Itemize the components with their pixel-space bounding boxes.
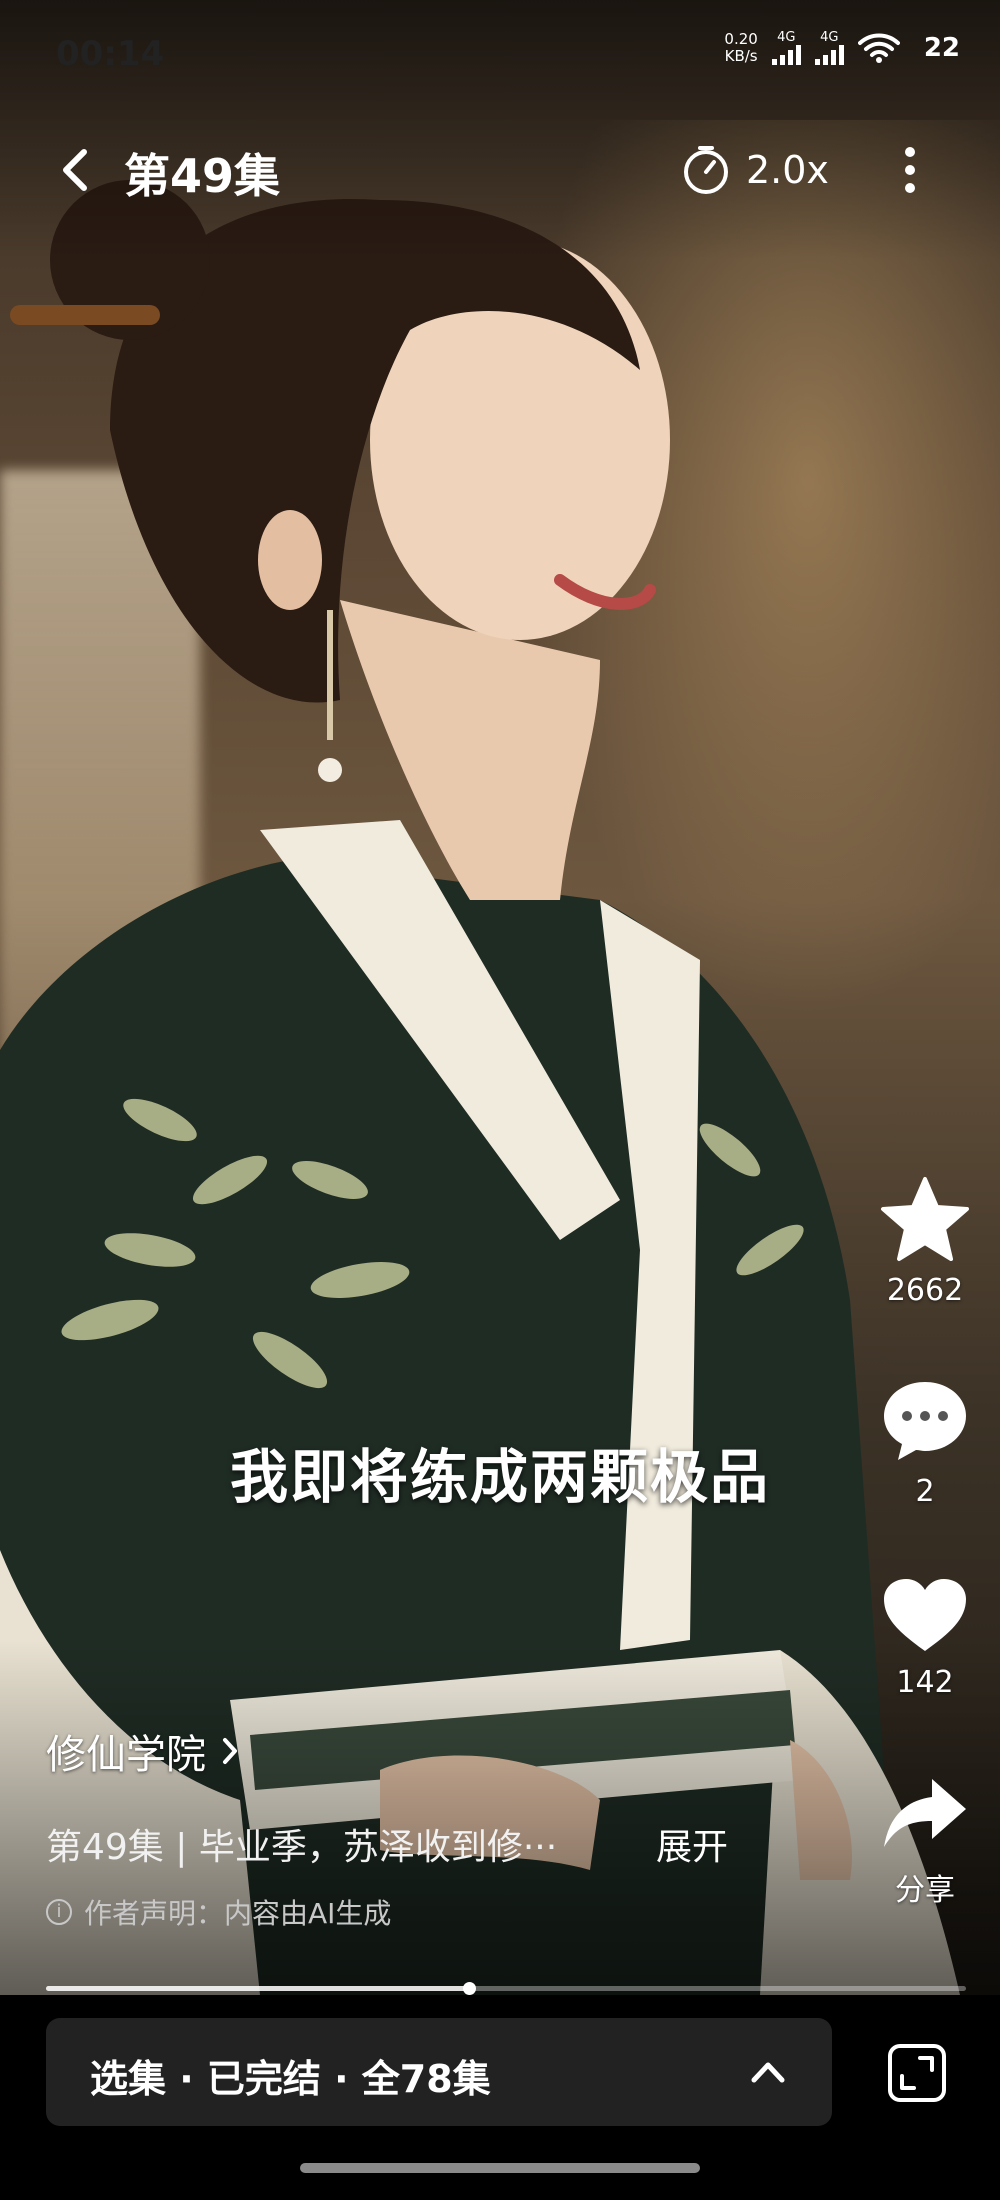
playback-speed-button[interactable]: 2.0x xyxy=(680,140,829,200)
chevron-right-icon xyxy=(223,1738,237,1764)
star-icon xyxy=(881,1177,969,1261)
back-chevron-icon[interactable] xyxy=(50,142,106,198)
favorite-count: 2662 xyxy=(886,1273,964,1308)
net-speed-value: 0.20 xyxy=(724,29,758,48)
progress-fill xyxy=(46,1986,470,1991)
episode-description: 第49集 | 毕业季，苏泽收到修··· 展开 xyxy=(46,1818,728,1870)
episode-selector-label: 选集 · 已完结 · 全78集 xyxy=(90,2057,491,2101)
chevron-up-icon[interactable] xyxy=(748,2052,788,2092)
sim1-signal-icon: 4G xyxy=(771,30,801,65)
share-arrow-icon xyxy=(884,1779,966,1847)
home-indicator[interactable] xyxy=(300,2163,700,2173)
status-indicators: 0.20 KB/s 4G 4G 22 xyxy=(724,30,960,65)
top-bar: 第49集 2.0x xyxy=(0,130,1000,210)
comment-icon xyxy=(884,1382,966,1460)
like-count: 142 xyxy=(896,1665,954,1700)
fullscreen-icon[interactable] xyxy=(884,2040,950,2106)
ai-disclaimer-text: 作者声明：内容由AI生成 xyxy=(84,1897,392,1930)
sim1-label: 4G xyxy=(777,30,796,45)
expand-button[interactable]: 展开 xyxy=(656,1818,728,1870)
share-button[interactable]: 分享 xyxy=(870,1775,980,1909)
share-label: 分享 xyxy=(895,1873,955,1908)
like-button[interactable]: 142 xyxy=(870,1575,980,1700)
network-speed: 0.20 KB/s xyxy=(724,29,758,65)
comment-button[interactable]: 2 xyxy=(870,1378,980,1509)
battery-level: 22 xyxy=(923,32,960,63)
ai-disclaimer: i 作者声明：内容由AI生成 xyxy=(46,1892,391,1932)
status-bar: 00:14 0.20 KB/s 4G 4G 22 xyxy=(0,0,1000,110)
more-vertical-icon[interactable] xyxy=(890,140,930,200)
series-name: 修仙学院 xyxy=(46,1732,206,1778)
net-speed-unit: KB/s xyxy=(724,46,758,65)
playback-speed-label: 2.0x xyxy=(746,148,829,192)
episode-description-text: 第49集 | 毕业季，苏泽收到修··· xyxy=(46,1827,558,1868)
comment-count: 2 xyxy=(915,1474,935,1509)
episode-selector-bar[interactable]: 选集 · 已完结 · 全78集 xyxy=(46,2018,832,2126)
favorite-button[interactable]: 2662 xyxy=(870,1175,980,1308)
sim2-label: 4G xyxy=(820,30,839,45)
sim2-signal-icon: 4G xyxy=(814,30,844,65)
info-icon: i xyxy=(46,1899,72,1925)
video-progress-bar[interactable] xyxy=(46,1982,966,1995)
heart-icon xyxy=(884,1579,966,1651)
speed-timer-icon xyxy=(684,146,728,194)
episode-title: 第49集 xyxy=(124,149,281,203)
video-subtitle: 我即将练成两颗极品 xyxy=(229,1443,770,1511)
status-time: 00:14 xyxy=(56,34,165,74)
wifi-icon xyxy=(857,33,900,63)
series-name-link[interactable]: 修仙学院 xyxy=(46,1722,240,1780)
